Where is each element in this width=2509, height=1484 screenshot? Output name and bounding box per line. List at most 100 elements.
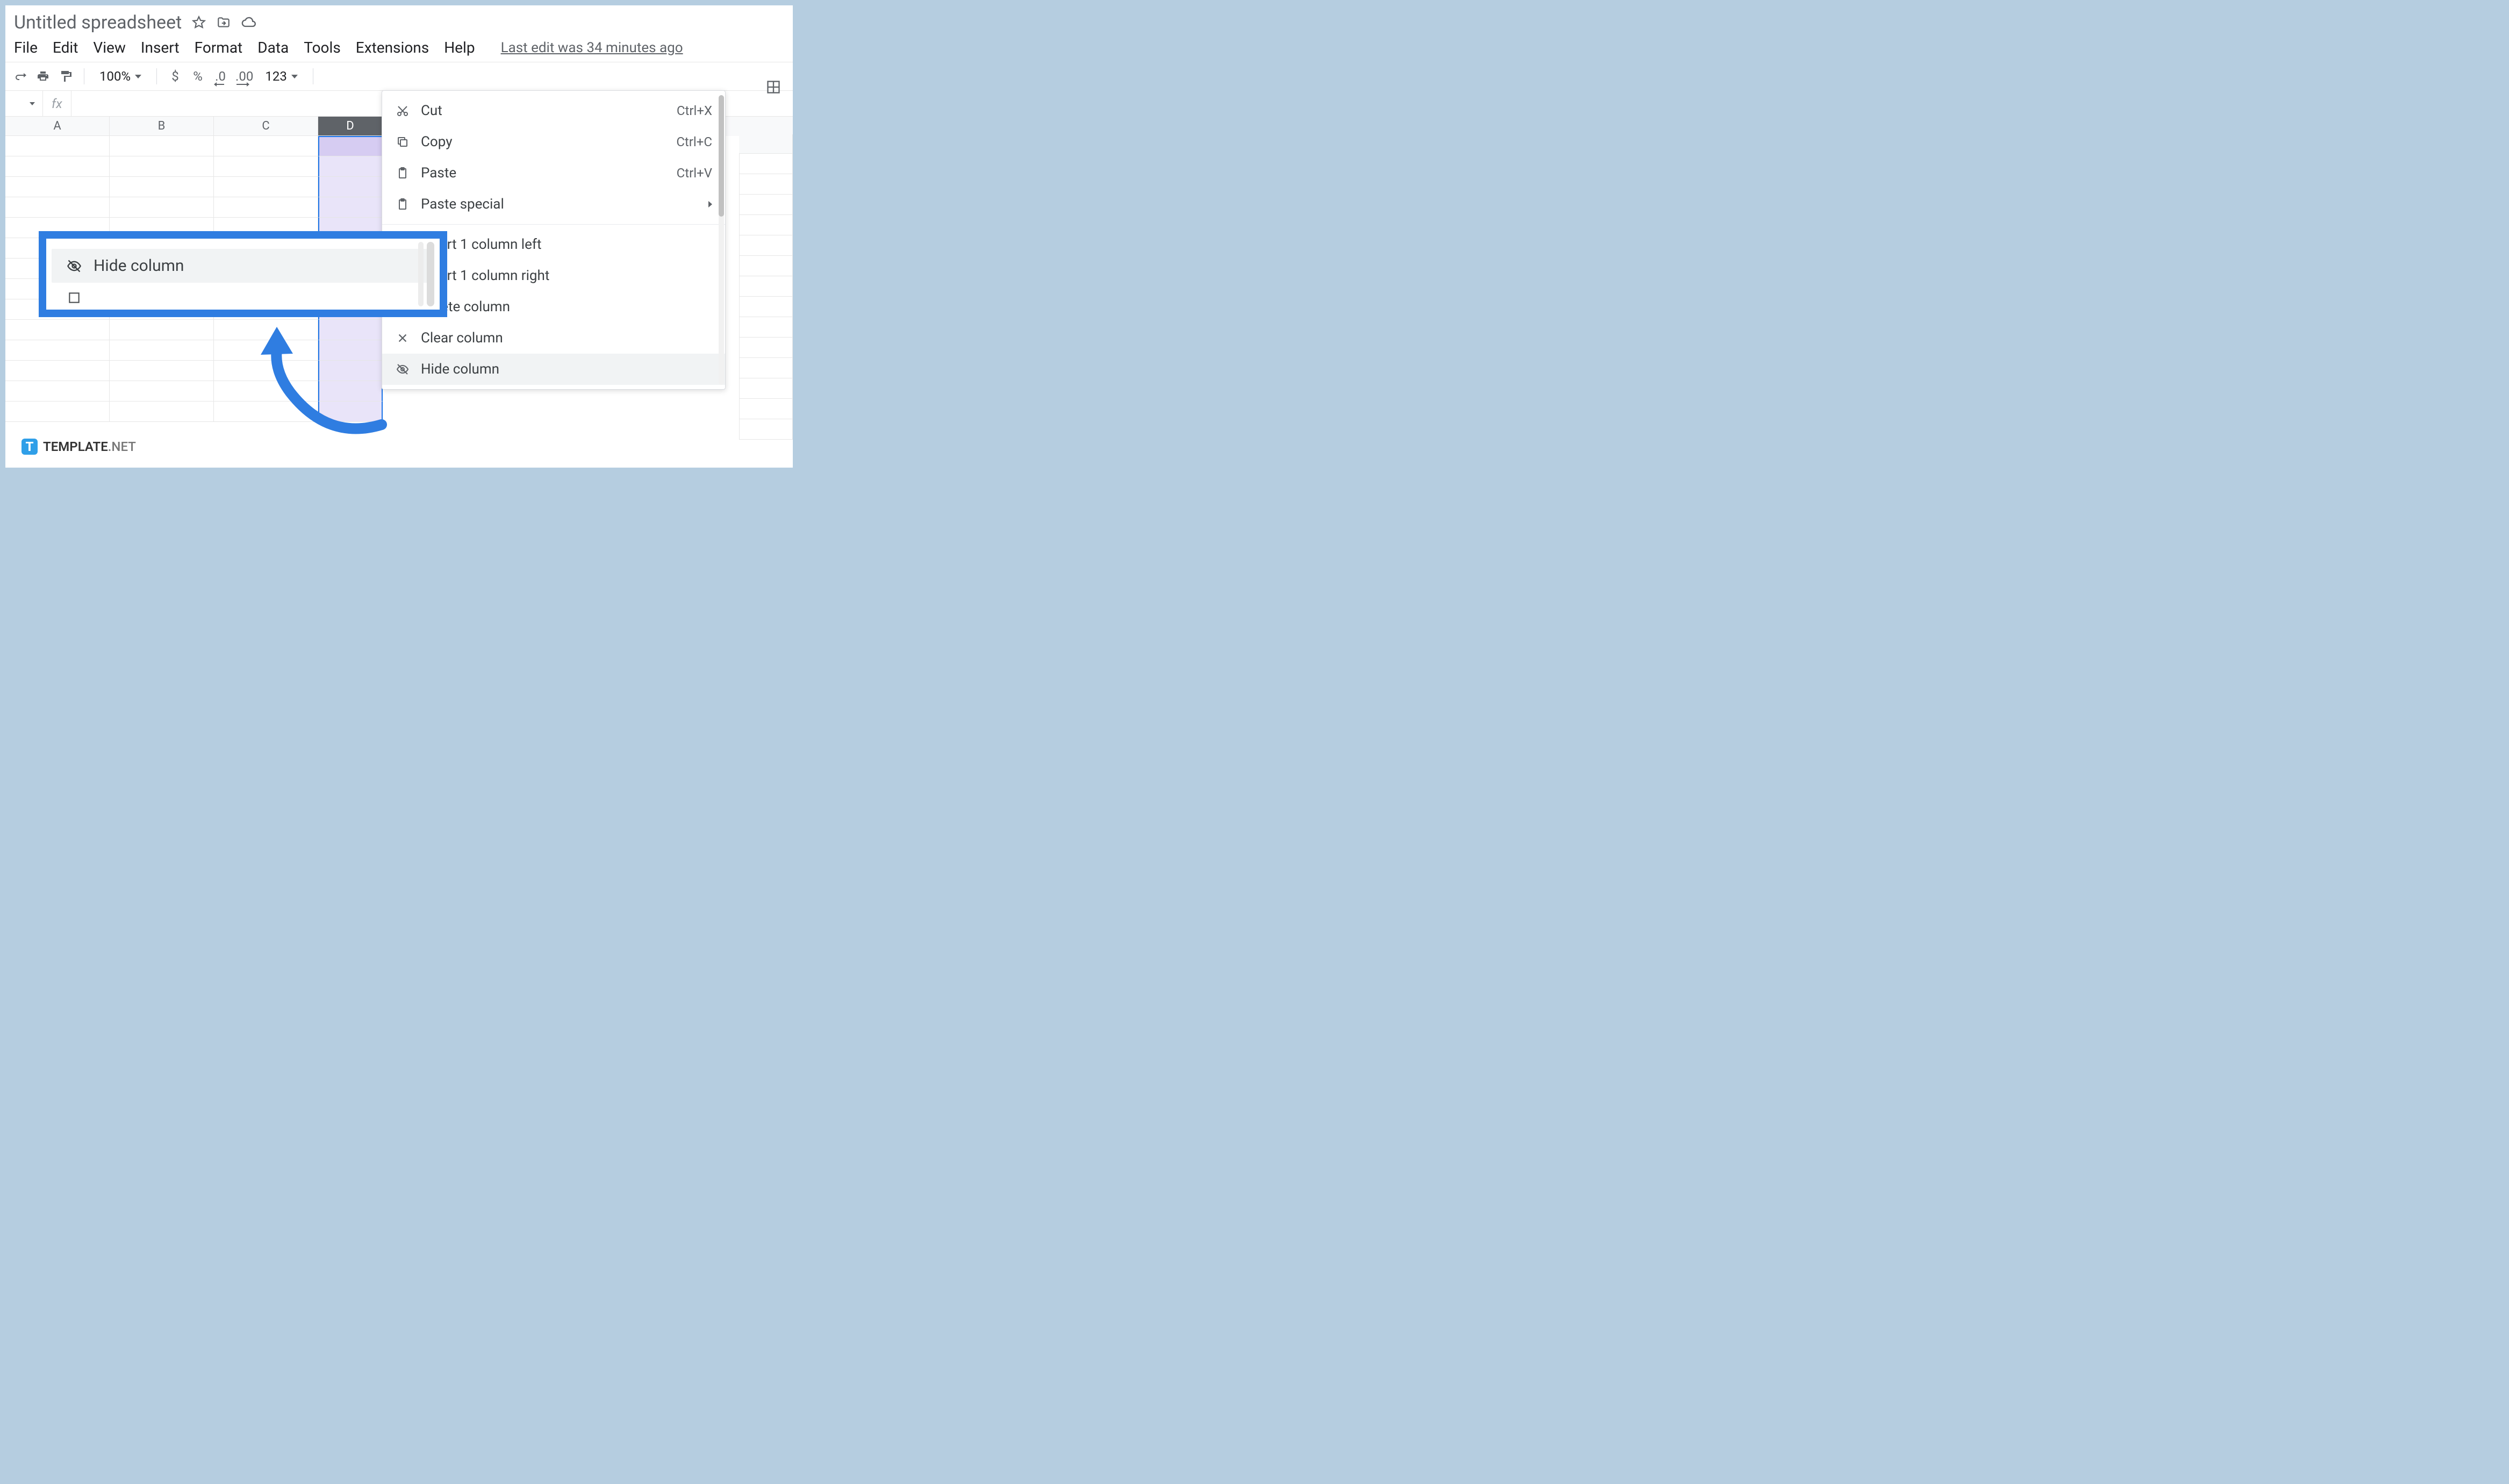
- borders-icon[interactable]: [766, 80, 782, 96]
- cell[interactable]: [739, 317, 793, 338]
- cell[interactable]: [110, 156, 214, 177]
- callout-clear-column[interactable]: Clear column: [52, 231, 434, 249]
- menu-tools[interactable]: Tools: [304, 39, 341, 56]
- cell[interactable]: [5, 156, 110, 177]
- menu-data[interactable]: Data: [257, 39, 289, 56]
- cell[interactable]: [739, 419, 793, 440]
- col-header-blank[interactable]: [739, 134, 793, 154]
- cell-selected[interactable]: [318, 197, 383, 218]
- cm-hide-column[interactable]: Hide column: [382, 354, 725, 385]
- cell[interactable]: [214, 402, 318, 422]
- redo-icon[interactable]: [13, 69, 28, 84]
- cm-paste-special[interactable]: Paste special: [382, 189, 725, 220]
- scrollbar-thumb[interactable]: [427, 242, 434, 306]
- cell[interactable]: [5, 320, 110, 340]
- eye-off-icon: [67, 259, 82, 274]
- cm-copy[interactable]: Copy Ctrl+C: [382, 126, 725, 157]
- percent-button[interactable]: %: [190, 69, 205, 84]
- cell[interactable]: [214, 197, 318, 218]
- cell[interactable]: [110, 320, 214, 340]
- fx-label: fx: [43, 91, 71, 116]
- increase-decimal-button[interactable]: .00: [235, 69, 253, 84]
- print-icon[interactable]: [35, 69, 51, 84]
- cell[interactable]: [739, 338, 793, 358]
- cell[interactable]: [739, 195, 793, 215]
- menu-edit[interactable]: Edit: [53, 39, 78, 56]
- cell-selected[interactable]: [318, 320, 383, 340]
- caret-down-icon: [291, 75, 298, 78]
- cell[interactable]: [110, 361, 214, 381]
- cm-paste-shortcut: Ctrl+V: [677, 166, 712, 181]
- cell[interactable]: [214, 381, 318, 402]
- cell[interactable]: [214, 136, 318, 156]
- paint-format-icon[interactable]: [58, 69, 73, 84]
- menu-help[interactable]: Help: [444, 39, 475, 56]
- move-folder-icon[interactable]: [216, 15, 231, 30]
- cell[interactable]: [110, 136, 214, 156]
- cell[interactable]: [739, 154, 793, 174]
- menu-file[interactable]: File: [14, 39, 38, 56]
- zoom-dropdown[interactable]: 100%: [95, 69, 146, 84]
- cell[interactable]: [739, 174, 793, 195]
- divider: [382, 224, 725, 225]
- col-header-a[interactable]: A: [5, 117, 110, 136]
- number-format-dropdown[interactable]: 123: [261, 69, 302, 84]
- cell[interactable]: [5, 177, 110, 197]
- cell[interactable]: [739, 358, 793, 378]
- last-edit-link[interactable]: Last edit was 34 minutes ago: [501, 40, 683, 56]
- cell-selected[interactable]: [318, 381, 383, 402]
- cell[interactable]: [739, 399, 793, 419]
- menu-view[interactable]: View: [93, 39, 126, 56]
- currency-button[interactable]: $: [168, 69, 183, 84]
- cell[interactable]: [739, 235, 793, 256]
- cell[interactable]: [5, 381, 110, 402]
- cell[interactable]: [110, 381, 214, 402]
- cell-selected[interactable]: [318, 156, 383, 177]
- cloud-status-icon[interactable]: [241, 15, 256, 30]
- star-icon[interactable]: [191, 15, 206, 30]
- col-header-c[interactable]: C: [214, 117, 318, 136]
- col-header-b[interactable]: B: [110, 117, 214, 136]
- cm-delete-column-label: Delete column: [421, 299, 712, 315]
- cell[interactable]: [110, 197, 214, 218]
- cell-selected[interactable]: [318, 177, 383, 197]
- decrease-decimal-button[interactable]: .0: [213, 69, 228, 84]
- cell[interactable]: [5, 136, 110, 156]
- cell[interactable]: [5, 197, 110, 218]
- scrollbar-thumb[interactable]: [719, 95, 724, 217]
- cell[interactable]: [110, 177, 214, 197]
- cell[interactable]: [739, 297, 793, 317]
- cm-clear-column[interactable]: Clear column: [382, 322, 725, 354]
- cell[interactable]: [214, 156, 318, 177]
- col-header-d[interactable]: D: [318, 117, 383, 136]
- cell[interactable]: [5, 340, 110, 361]
- document-title[interactable]: Untitled spreadsheet: [14, 12, 182, 33]
- menu-format[interactable]: Format: [195, 39, 243, 56]
- scrollbar-track[interactable]: [418, 242, 424, 306]
- cm-paste[interactable]: Paste Ctrl+V: [382, 157, 725, 189]
- callout-next-item[interactable]: [52, 283, 434, 313]
- cell-selected[interactable]: [318, 402, 383, 422]
- cell-selected[interactable]: [318, 361, 383, 381]
- callout-hide-column[interactable]: Hide column: [52, 249, 434, 283]
- name-box[interactable]: [5, 91, 43, 116]
- cell[interactable]: [110, 340, 214, 361]
- cell[interactable]: [5, 402, 110, 422]
- cell[interactable]: [739, 276, 793, 297]
- cell[interactable]: [5, 361, 110, 381]
- cm-cut[interactable]: Cut Ctrl+X: [382, 95, 725, 126]
- cell[interactable]: [739, 256, 793, 276]
- cell[interactable]: [214, 320, 318, 340]
- cell[interactable]: [739, 378, 793, 399]
- cell[interactable]: [214, 177, 318, 197]
- cell[interactable]: [739, 215, 793, 235]
- cell-selected[interactable]: [318, 136, 383, 156]
- scrollbar[interactable]: [719, 95, 724, 385]
- cell[interactable]: [214, 340, 318, 361]
- cell-selected[interactable]: [318, 340, 383, 361]
- cell[interactable]: [110, 402, 214, 422]
- menu-bar: File Edit View Insert Format Data Tools …: [5, 35, 793, 62]
- menu-insert[interactable]: Insert: [141, 39, 180, 56]
- cell[interactable]: [214, 361, 318, 381]
- menu-extensions[interactable]: Extensions: [356, 39, 429, 56]
